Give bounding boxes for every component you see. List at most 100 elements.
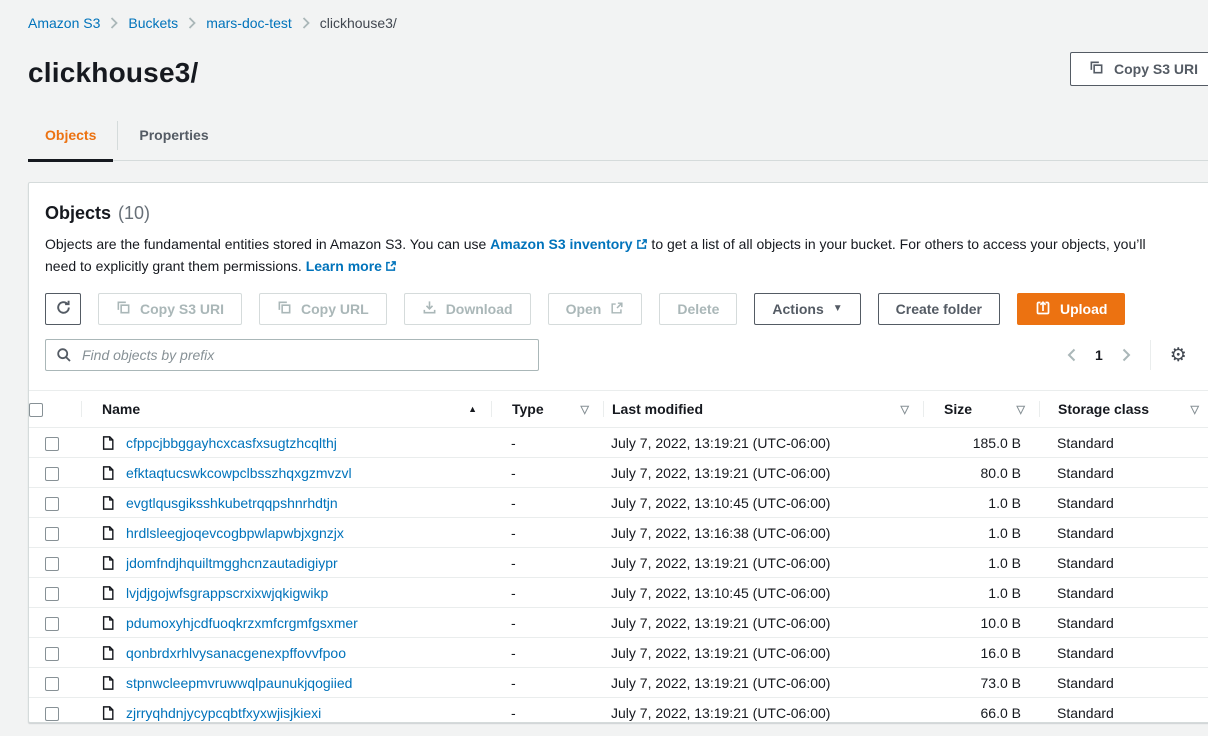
tab-bar: Objects Properties xyxy=(28,115,1208,161)
table-body: cfppcjbbggayhcxcasfxsugtzhcqlthj - July … xyxy=(29,428,1208,724)
table-header-row: Name▲ Type▽ Last modified▽ Size▽ Storage… xyxy=(29,391,1208,428)
object-name-link[interactable]: zjrryqhdnjycypcqbtfxyxwjisjkiexi xyxy=(126,705,321,721)
external-link-icon xyxy=(385,257,397,278)
object-last-modified: July 7, 2022, 13:10:45 (UTC-06:00) xyxy=(603,488,923,518)
download-button[interactable]: Download xyxy=(404,293,531,325)
column-header-last-modified[interactable]: Last modified▽ xyxy=(603,391,923,428)
create-folder-button[interactable]: Create folder xyxy=(878,293,1000,325)
object-size: 80.0 B xyxy=(923,458,1039,488)
breadcrumb-bucket-name[interactable]: mars-doc-test xyxy=(206,15,292,31)
delete-button[interactable]: Delete xyxy=(659,293,737,325)
external-link-icon xyxy=(636,235,648,256)
open-button[interactable]: Open xyxy=(548,293,643,325)
amazon-s3-inventory-link[interactable]: Amazon S3 inventory xyxy=(490,236,647,252)
table-row: lvjdjgojwfsgrappscrxixwjqkigwikp - July … xyxy=(29,578,1208,608)
object-storage-class: Standard xyxy=(1039,428,1208,458)
object-storage-class: Standard xyxy=(1039,548,1208,578)
object-type: - xyxy=(491,518,603,548)
page-number[interactable]: 1 xyxy=(1095,347,1103,363)
column-header-size[interactable]: Size▽ xyxy=(923,391,1039,428)
object-storage-class: Standard xyxy=(1039,488,1208,518)
object-name-link[interactable]: stpnwcleepmvruwwqlpaunukjqogiied xyxy=(126,675,352,691)
object-storage-class: Standard xyxy=(1039,698,1208,724)
breadcrumb: Amazon S3 Buckets mars-doc-test clickhou… xyxy=(0,0,1208,31)
tab-objects[interactable]: Objects xyxy=(28,115,113,160)
object-last-modified: July 7, 2022, 13:19:21 (UTC-06:00) xyxy=(603,668,923,698)
row-checkbox[interactable] xyxy=(45,497,59,511)
panel-description: Objects are the fundamental entities sto… xyxy=(45,234,1177,278)
object-last-modified: July 7, 2022, 13:19:21 (UTC-06:00) xyxy=(603,638,923,668)
object-type: - xyxy=(491,488,603,518)
external-link-icon xyxy=(610,301,624,318)
column-header-storage-class[interactable]: Storage class▽ xyxy=(1039,391,1208,428)
object-last-modified: July 7, 2022, 13:10:45 (UTC-06:00) xyxy=(603,578,923,608)
row-checkbox[interactable] xyxy=(45,617,59,631)
breadcrumb-buckets[interactable]: Buckets xyxy=(128,15,178,31)
object-size: 1.0 B xyxy=(923,488,1039,518)
row-checkbox[interactable] xyxy=(45,647,59,661)
object-size: 185.0 B xyxy=(923,428,1039,458)
column-header-name[interactable]: Name▲ xyxy=(81,391,491,428)
object-name-link[interactable]: hrdlsleegjoqevcogbpwlapwbjxgnzjx xyxy=(126,525,344,541)
preferences-gear-icon[interactable]: ⚙ xyxy=(1170,346,1187,365)
learn-more-link[interactable]: Learn more xyxy=(306,258,397,274)
row-checkbox[interactable] xyxy=(45,437,59,451)
object-storage-class: Standard xyxy=(1039,578,1208,608)
object-name-link[interactable]: lvjdjgojwfsgrappscrxixwjqkigwikp xyxy=(126,585,328,601)
copy-s3-uri-button[interactable]: Copy S3 URI xyxy=(98,293,242,325)
file-icon xyxy=(101,465,115,481)
object-last-modified: July 7, 2022, 13:19:21 (UTC-06:00) xyxy=(603,608,923,638)
object-type: - xyxy=(491,608,603,638)
sort-icon: ▽ xyxy=(581,403,589,416)
row-checkbox[interactable] xyxy=(45,587,59,601)
sort-ascending-icon: ▲ xyxy=(468,404,477,414)
object-name-link[interactable]: efktaqtucswkcowpclbsszhqxgzmvzvl xyxy=(126,465,352,481)
object-type: - xyxy=(491,668,603,698)
file-icon xyxy=(101,435,115,451)
table-row: efktaqtucswkcowpclbsszhqxgzmvzvl - July … xyxy=(29,458,1208,488)
select-all-checkbox[interactable] xyxy=(29,403,43,417)
row-checkbox[interactable] xyxy=(45,707,59,721)
object-storage-class: Standard xyxy=(1039,638,1208,668)
object-last-modified: July 7, 2022, 13:19:21 (UTC-06:00) xyxy=(603,548,923,578)
object-name-link[interactable]: jdomfndjhquiltmgghcnzautadigiypr xyxy=(126,555,338,571)
object-name-link[interactable]: pdumoxyhjcdfuoqkrzxmfcrgmfgsxmer xyxy=(126,615,358,631)
object-type: - xyxy=(491,638,603,668)
table-row: zjrryqhdnjycypcqbtfxyxwjisjkiexi - July … xyxy=(29,698,1208,724)
row-checkbox[interactable] xyxy=(45,677,59,691)
breadcrumb-amazon-s3[interactable]: Amazon S3 xyxy=(28,15,100,31)
copy-icon xyxy=(116,300,131,318)
object-name-link[interactable]: qonbrdxrhlvysanacgenexpffovvfpoo xyxy=(126,645,346,661)
object-type: - xyxy=(491,548,603,578)
column-header-type[interactable]: Type▽ xyxy=(491,391,603,428)
table-row: pdumoxyhjcdfuoqkrzxmfcrgmfgsxmer - July … xyxy=(29,608,1208,638)
copy-url-button[interactable]: Copy URL xyxy=(259,293,387,325)
find-objects-input[interactable] xyxy=(45,339,539,371)
file-icon xyxy=(101,675,115,691)
previous-page-button[interactable] xyxy=(1067,348,1076,362)
object-size: 1.0 B xyxy=(923,578,1039,608)
upload-button[interactable]: Upload xyxy=(1017,293,1125,325)
table-row: evgtlqusgiksshkubetrqqpshnrhdtjn - July … xyxy=(29,488,1208,518)
row-checkbox[interactable] xyxy=(45,527,59,541)
row-checkbox[interactable] xyxy=(45,467,59,481)
refresh-button[interactable] xyxy=(45,293,81,325)
table-row: qonbrdxrhlvysanacgenexpffovvfpoo - July … xyxy=(29,638,1208,668)
object-last-modified: July 7, 2022, 13:19:21 (UTC-06:00) xyxy=(603,698,923,724)
row-checkbox[interactable] xyxy=(45,557,59,571)
copy-icon xyxy=(277,300,292,318)
copy-s3-uri-header-button[interactable]: Copy S3 URI xyxy=(1070,52,1208,86)
table-row: hrdlsleegjoqevcogbpwlapwbjxgnzjx - July … xyxy=(29,518,1208,548)
file-icon xyxy=(101,615,115,631)
sort-icon: ▽ xyxy=(1017,403,1025,416)
object-name-link[interactable]: evgtlqusgiksshkubetrqqpshnrhdtjn xyxy=(126,495,338,511)
object-last-modified: July 7, 2022, 13:19:21 (UTC-06:00) xyxy=(603,458,923,488)
actions-dropdown-button[interactable]: Actions▼ xyxy=(754,293,860,325)
next-page-button[interactable] xyxy=(1122,348,1131,362)
download-icon xyxy=(422,300,437,318)
tab-properties[interactable]: Properties xyxy=(122,115,225,160)
object-name-link[interactable]: cfppcjbbggayhcxcasfxsugtzhcqlthj xyxy=(126,435,337,451)
object-size: 10.0 B xyxy=(923,608,1039,638)
object-size: 73.0 B xyxy=(923,668,1039,698)
file-icon xyxy=(101,525,115,541)
